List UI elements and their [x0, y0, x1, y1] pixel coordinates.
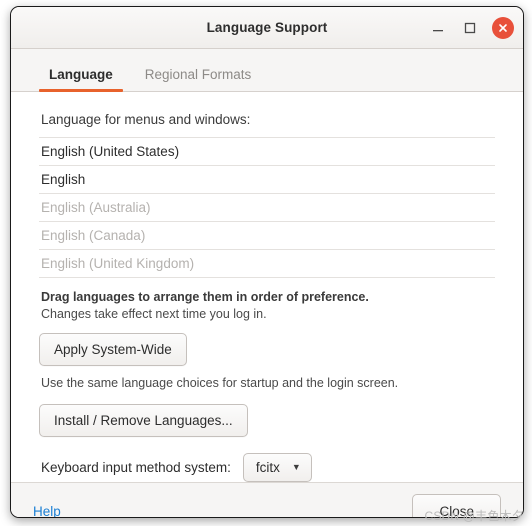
- window-controls: [428, 7, 514, 48]
- close-icon: [499, 23, 507, 32]
- minimize-icon: [433, 29, 443, 31]
- list-item[interactable]: English (Canada): [39, 222, 495, 250]
- change-hint: Changes take effect next time you log in…: [41, 307, 267, 321]
- install-remove-languages-button[interactable]: Install / Remove Languages...: [39, 404, 248, 437]
- section-label: Language for menus and windows:: [41, 112, 251, 127]
- maximize-icon: [464, 22, 476, 33]
- language-support-window: Language Support Language Regional Forma…: [10, 6, 524, 518]
- input-method-label: Keyboard input method system:: [41, 460, 231, 475]
- tab-regional-formats[interactable]: Regional Formats: [129, 67, 268, 91]
- close-window-button[interactable]: [492, 16, 514, 39]
- list-item[interactable]: English (United Kingdom): [39, 250, 495, 278]
- input-method-value: fcitx: [255, 460, 280, 475]
- list-item[interactable]: English (United States): [39, 138, 495, 166]
- minimize-button[interactable]: [428, 18, 448, 38]
- chevron-down-icon: ▼: [291, 462, 301, 472]
- list-item[interactable]: English (Australia): [39, 194, 495, 222]
- input-method-select[interactable]: fcitx ▼: [242, 453, 312, 482]
- tab-language[interactable]: Language: [33, 67, 129, 92]
- language-list[interactable]: English (United States) English English …: [39, 137, 495, 278]
- content-area: Language for menus and windows: English …: [11, 92, 523, 482]
- apply-system-wide-button[interactable]: Apply System-Wide: [39, 333, 187, 366]
- titlebar: Language Support: [11, 7, 523, 49]
- tab-bar: Language Regional Formats: [11, 49, 523, 92]
- apply-note: Use the same language choices for startu…: [41, 376, 399, 390]
- maximize-button[interactable]: [460, 18, 480, 38]
- drag-hint: Drag languages to arrange them in order …: [41, 290, 369, 304]
- help-link[interactable]: Help: [33, 504, 61, 517]
- list-item[interactable]: English: [39, 166, 495, 194]
- watermark: CSDN @丰色木夕: [424, 509, 524, 523]
- input-method-row: Keyboard input method system: fcitx ▼: [41, 453, 495, 482]
